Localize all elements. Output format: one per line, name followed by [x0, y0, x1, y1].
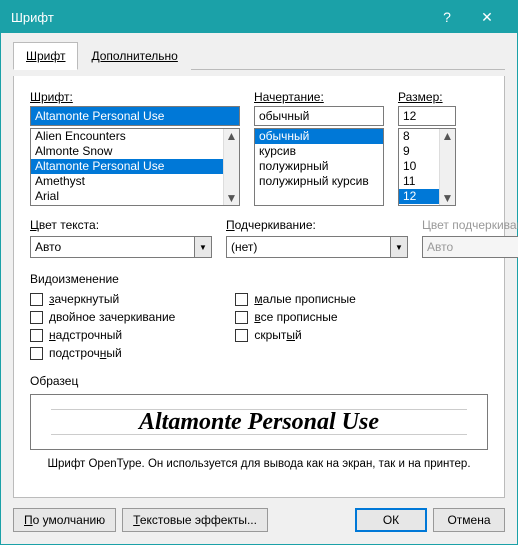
size-input[interactable]: 12 [398, 106, 456, 126]
preview-section: Образец Altamonte Personal Use Шрифт Ope… [30, 374, 488, 470]
checkbox-label: надстрочный [49, 328, 122, 342]
checkbox[interactable]: малые прописные [235, 292, 356, 306]
checkbox[interactable]: скрытый [235, 328, 356, 342]
chevron-down-icon[interactable]: ▼ [194, 236, 212, 258]
checkbox[interactable]: подстрочный [30, 346, 175, 360]
style-listbox[interactable]: обычныйкурсивполужирныйполужирный курсив [254, 128, 384, 206]
help-button[interactable]: ? [427, 9, 467, 25]
list-item[interactable]: Arial [31, 189, 223, 204]
checkbox-box[interactable] [235, 293, 248, 306]
color-combo[interactable]: ▼ [30, 236, 212, 258]
list-item[interactable]: 12 [399, 189, 439, 204]
scrollbar[interactable]: ▲▼ [439, 129, 455, 205]
list-item[interactable]: обычный [255, 129, 383, 144]
list-item[interactable]: Almonte Snow [31, 144, 223, 159]
checkbox-label: зачеркнутый [49, 292, 119, 306]
list-item[interactable]: 11 [399, 174, 439, 189]
chevron-down-icon[interactable]: ▼ [390, 236, 408, 258]
list-item[interactable]: полужирный курсив [255, 174, 383, 189]
list-item[interactable]: Altamonte Personal Use [31, 159, 223, 174]
preview-box: Altamonte Personal Use [30, 394, 488, 450]
titlebar: Шрифт ? ✕ [1, 1, 517, 33]
font-dialog: Шрифт ? ✕ Шрифт Дополнительно Шрифт: Alt… [0, 0, 518, 545]
checkbox[interactable]: все прописные [235, 310, 356, 324]
size-listbox[interactable]: 89101112 ▲▼ [398, 128, 456, 206]
footer: По умолчанию Текстовые эффекты... ОК Отм… [13, 508, 505, 532]
dialog-body: Шрифт Дополнительно Шрифт: Altamonte Per… [1, 33, 517, 544]
underline-color-label: Цвет подчеркивания: [422, 218, 518, 232]
font-label: Шрифт: [30, 90, 240, 104]
underline-label: Подчеркивание: [226, 218, 408, 232]
font-listbox[interactable]: Alien EncountersAlmonte SnowAltamonte Pe… [30, 128, 240, 206]
style-label: Начертание: [254, 90, 384, 104]
checkbox-label: все прописные [254, 310, 337, 324]
cancel-button[interactable]: Отмена [433, 508, 505, 532]
ok-button[interactable]: ОК [355, 508, 427, 532]
preview-hint: Шрифт OpenType. Он используется для выво… [30, 458, 488, 470]
tab-panel: Шрифт: Altamonte Personal Use Alien Enco… [13, 76, 505, 498]
close-button[interactable]: ✕ [467, 9, 507, 26]
font-input[interactable]: Altamonte Personal Use [30, 106, 240, 126]
effects-title: Видоизменение [30, 272, 488, 286]
checkbox-box[interactable] [30, 329, 43, 342]
list-item[interactable]: полужирный [255, 159, 383, 174]
checkbox-box[interactable] [30, 293, 43, 306]
checkbox-box[interactable] [235, 329, 248, 342]
checkbox[interactable]: надстрочный [30, 328, 175, 342]
tab-advanced[interactable]: Дополнительно [78, 42, 190, 70]
checkbox-label: подстрочный [49, 346, 122, 360]
list-item[interactable]: Amethyst [31, 174, 223, 189]
underline-color-combo: ▼ [422, 236, 518, 258]
size-label: Размер: [398, 90, 456, 104]
checkbox-box[interactable] [30, 347, 43, 360]
list-item[interactable]: 8 [399, 129, 439, 144]
tabstrip: Шрифт Дополнительно [13, 41, 505, 70]
font-row: Шрифт: Altamonte Personal Use Alien Enco… [30, 90, 488, 206]
effects-section: Видоизменение зачеркнутый двойное зачерки… [30, 272, 488, 360]
default-button[interactable]: По умолчанию [13, 508, 116, 532]
list-item[interactable]: 9 [399, 144, 439, 159]
checkbox-label: двойное зачеркивание [49, 310, 175, 324]
preview-title: Образец [30, 374, 488, 388]
dialog-title: Шрифт [11, 10, 427, 25]
scrollbar[interactable]: ▲▼ [223, 129, 239, 205]
checkbox[interactable]: зачеркнутый [30, 292, 175, 306]
checkbox-box[interactable] [235, 311, 248, 324]
tab-font[interactable]: Шрифт [13, 42, 78, 70]
checkbox-label: скрытый [254, 328, 301, 342]
checkbox[interactable]: двойное зачеркивание [30, 310, 175, 324]
style-input[interactable]: обычный [254, 106, 384, 126]
checkbox-box[interactable] [30, 311, 43, 324]
list-item[interactable]: Alien Encounters [31, 129, 223, 144]
color-row: Цвет текста: ▼ Подчеркивание: ▼ Цвет под… [30, 218, 488, 258]
color-label: Цвет текста: [30, 218, 212, 232]
checkbox-label: малые прописные [254, 292, 356, 306]
list-item[interactable]: 10 [399, 159, 439, 174]
preview-text: Altamonte Personal Use [139, 409, 379, 436]
underline-combo[interactable]: ▼ [226, 236, 408, 258]
list-item[interactable]: курсив [255, 144, 383, 159]
text-effects-button[interactable]: Текстовые эффекты... [122, 508, 268, 532]
